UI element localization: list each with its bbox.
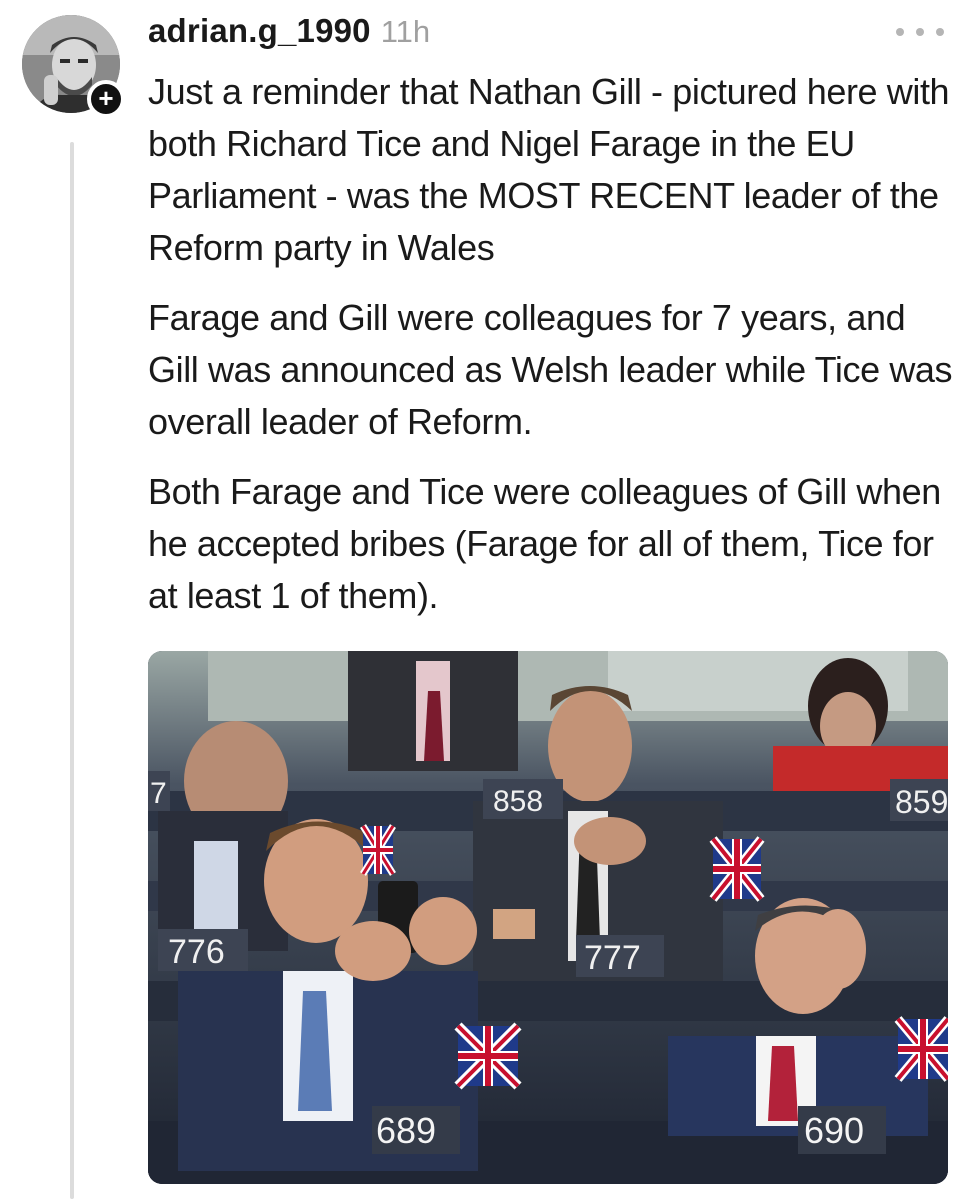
flag xyxy=(360,824,396,876)
seat-number: 776 xyxy=(168,933,225,971)
seat-number: 689 xyxy=(376,1110,436,1151)
seat-number: 690 xyxy=(804,1110,864,1151)
seat-number: 7 xyxy=(150,777,167,810)
plus-icon: + xyxy=(98,83,114,113)
seat-number: 858 xyxy=(493,785,543,818)
seat-number: 859 xyxy=(895,784,948,820)
post-header: adrian.g_1990 11h xyxy=(148,12,430,56)
parliament-photo: 7 858 859 776 777 689 690 xyxy=(148,651,948,1184)
post-image[interactable]: 7 858 859 776 777 689 690 xyxy=(148,651,948,1184)
username[interactable]: adrian.g_1990 xyxy=(148,12,371,50)
post-paragraph: Both Farage and Tice were colleagues of … xyxy=(148,471,941,616)
seat-number: 777 xyxy=(584,939,641,977)
timestamp[interactable]: 11h xyxy=(381,14,430,50)
more-horizontal-icon[interactable] xyxy=(896,22,944,42)
follow-button[interactable]: + xyxy=(87,80,125,118)
post-paragraph: Just a reminder that Nathan Gill - pictu… xyxy=(148,71,950,268)
post-body: Just a reminder that Nathan Gill - pictu… xyxy=(148,66,958,640)
post-paragraph: Farage and Gill were colleagues for 7 ye… xyxy=(148,297,953,442)
thread-line xyxy=(70,142,74,1199)
